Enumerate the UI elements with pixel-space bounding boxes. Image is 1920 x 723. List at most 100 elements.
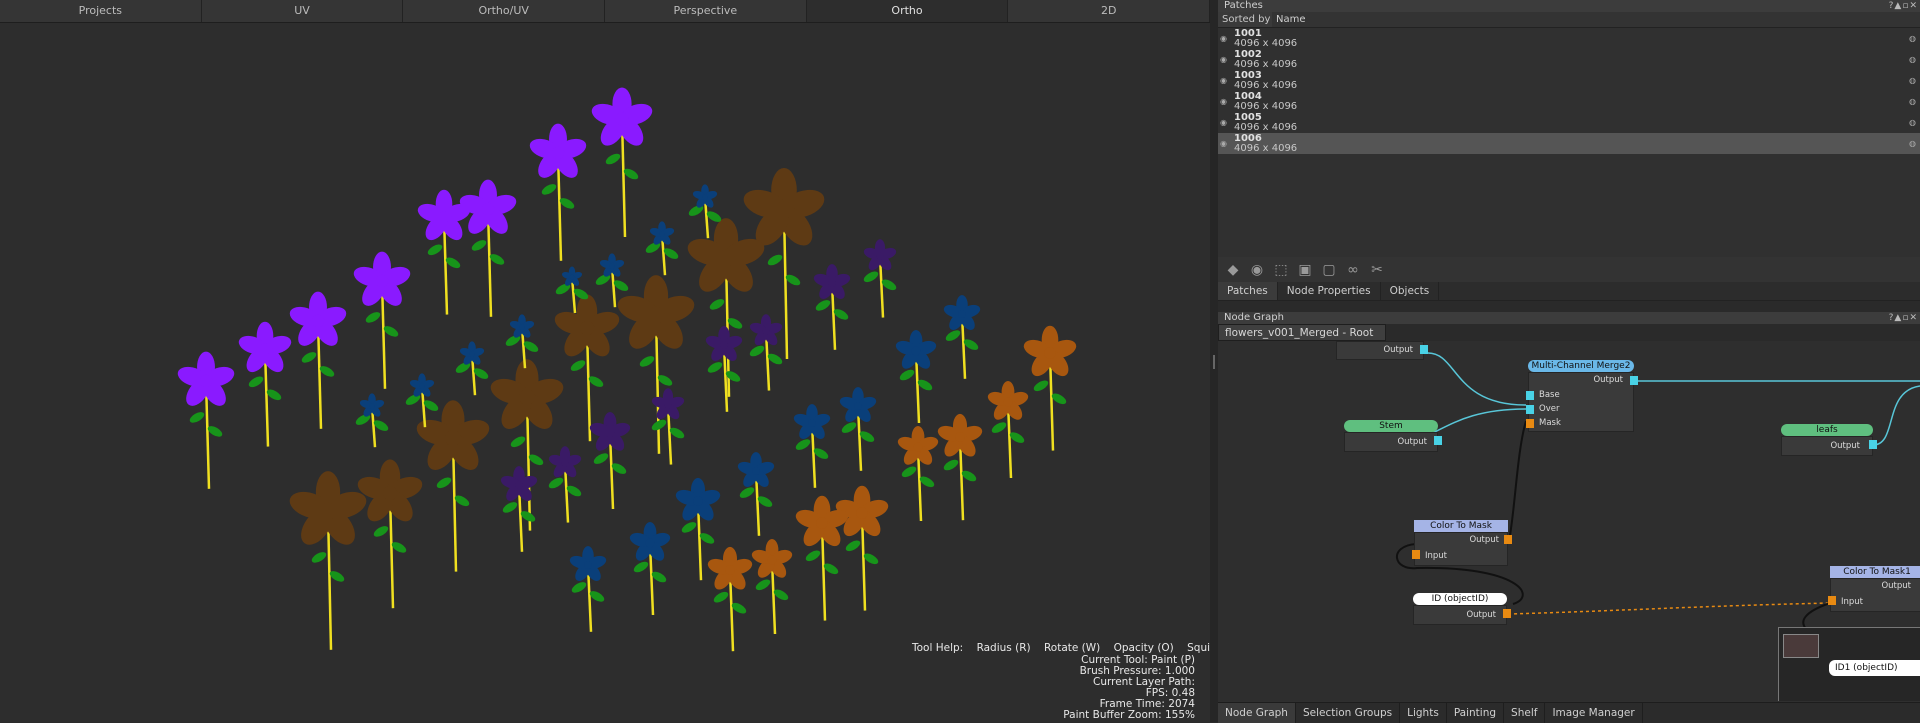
flower [505, 314, 539, 369]
eye-icon[interactable]: ◉ [1220, 139, 1227, 149]
port-label: Output [1881, 581, 1911, 591]
stem-node[interactable]: Stem Output [1344, 420, 1442, 452]
input-port[interactable] [1412, 550, 1420, 559]
ortho-viewport[interactable] [0, 23, 1210, 722]
eye-icon[interactable]: ◉ [1220, 34, 1227, 44]
port-label: Input [1425, 551, 1448, 561]
list-item-selected[interactable]: ◉ 1006 4096 x 4096 ◍ [1218, 133, 1920, 154]
lock-icon[interactable]: ◍ [1909, 55, 1916, 65]
tab-objects[interactable]: Objects [1381, 282, 1440, 300]
flower [839, 387, 877, 471]
color-to-mask-node[interactable]: Color To Mask Output Input [1412, 520, 1512, 566]
color-to-mask1-node[interactable]: Color To Mask1 Output Input [1828, 566, 1920, 612]
lock-icon[interactable]: ◍ [1909, 76, 1916, 86]
output-port[interactable] [1434, 436, 1442, 445]
eye-icon[interactable]: ◉ [1220, 97, 1227, 107]
tool-help-opacity: Opacity (O) [1113, 642, 1174, 654]
splitter-grip[interactable] [1213, 355, 1215, 369]
unlink-icon[interactable]: ✂ [1368, 261, 1386, 279]
breadcrumb-root[interactable]: flowers_v001_Merged - Root [1218, 324, 1387, 341]
port-label: Output [1383, 345, 1413, 355]
leafs-node[interactable]: leafs Output [1781, 424, 1877, 456]
tab-node-properties[interactable]: Node Properties [1278, 282, 1381, 300]
lock-icon[interactable]: ◍ [1909, 139, 1916, 149]
flower [751, 539, 793, 635]
list-item[interactable]: ◉ 1002 4096 x 4096 ◍ [1218, 49, 1920, 70]
eye-icon[interactable]: ◉ [1220, 118, 1227, 128]
output-port[interactable] [1869, 440, 1877, 449]
patch-list[interactable]: ◉ 1001 4096 x 4096 ◍ ◉ 1002 4096 x 4096 ◍ ◉ 100… [1218, 28, 1920, 257]
lock-icon[interactable]: ◍ [1909, 34, 1916, 44]
list-item[interactable]: ◉ 1003 4096 x 4096 ◍ [1218, 70, 1920, 91]
output-port[interactable] [1504, 535, 1512, 544]
layers-icon[interactable]: ◆ [1224, 261, 1242, 279]
flower [589, 412, 631, 510]
patch-number: 1004 [1234, 91, 1262, 102]
flower-leaf [639, 356, 655, 367]
flower-canvas[interactable] [0, 23, 1210, 722]
node-graph-canvas[interactable]: Output Multi-Channel Merge2 Output Base … [1218, 341, 1920, 701]
flower-leaf [373, 526, 389, 537]
flower-center [854, 402, 862, 410]
base-port[interactable] [1526, 391, 1534, 400]
list-item[interactable]: ◉ 1005 4096 x 4096 ◍ [1218, 112, 1920, 133]
eye-icon[interactable]: ◉ [1220, 55, 1227, 65]
flower [289, 291, 347, 429]
top-node[interactable]: Output [1336, 341, 1428, 360]
properties-tab-bar: Patches Node Properties Objects [1218, 282, 1920, 301]
panel-window-icons[interactable]: ?▲▫✕ [1889, 0, 1918, 12]
patch-resolution: 4096 x 4096 [1234, 143, 1298, 154]
port-label: Over [1539, 404, 1560, 414]
select-icon[interactable]: ⬚ [1272, 261, 1290, 279]
node-graph-title: Node Graph [1224, 312, 1284, 323]
flower-leaf [471, 240, 487, 251]
tab-image-manager[interactable]: Image Manager [1545, 703, 1643, 723]
flower-center [438, 211, 450, 223]
lock-icon[interactable]: ▣ [1296, 261, 1314, 279]
node-title: Multi-Channel Merge2 [1528, 360, 1634, 372]
over-port[interactable] [1526, 405, 1534, 414]
tab-perspective[interactable]: Perspective [605, 0, 807, 22]
tab-ortho-uv[interactable]: Ortho/UV [403, 0, 606, 22]
flower [793, 404, 831, 488]
flower [749, 314, 783, 391]
patch-number: 1006 [1234, 133, 1262, 144]
tab-lights[interactable]: Lights [1400, 703, 1447, 723]
multi-channel-merge-node[interactable]: Multi-Channel Merge2 Output Base Over Ma… [1526, 360, 1638, 432]
graph-minimap[interactable]: ID1 (objectID) [1778, 627, 1920, 701]
flower-center [720, 341, 728, 349]
tab-uv[interactable]: UV [201, 0, 404, 22]
mask-port[interactable] [1526, 419, 1534, 428]
output-port[interactable] [1630, 376, 1638, 385]
visibility-icon[interactable]: ◉ [1248, 261, 1266, 279]
sorted-by-dropdown[interactable]: Name [1272, 12, 1920, 27]
input-port[interactable] [1828, 596, 1836, 605]
flower-leaf [311, 552, 327, 563]
tab-selection-groups[interactable]: Selection Groups [1296, 703, 1401, 723]
panel-window-icons[interactable]: ?▲▫✕ [1889, 312, 1918, 324]
id-objectid-node[interactable]: ID (objectID) Output [1413, 593, 1511, 625]
tab-projects[interactable]: Projects [0, 0, 202, 22]
wire [1872, 385, 1920, 446]
list-item[interactable]: ◉ 1004 4096 x 4096 ◍ [1218, 91, 1920, 112]
flower-center [584, 561, 592, 569]
output-port[interactable] [1420, 345, 1428, 354]
tab-ortho[interactable]: Ortho [806, 0, 1009, 22]
eye-icon[interactable]: ◉ [1220, 76, 1227, 86]
tab-node-graph[interactable]: Node Graph [1218, 703, 1296, 723]
output-port[interactable] [1503, 609, 1511, 618]
tab-shelf[interactable]: Shelf [1504, 703, 1546, 723]
flower [813, 264, 851, 350]
flower-center [913, 442, 923, 452]
lock-icon[interactable]: ◍ [1909, 118, 1916, 128]
id1-objectid-node[interactable]: ID1 (objectID) [1829, 660, 1920, 676]
tab-patches[interactable]: Patches [1218, 282, 1278, 300]
lock-icon[interactable]: ◍ [1909, 97, 1916, 107]
tab-painting[interactable]: Painting [1447, 703, 1505, 723]
unlock-icon[interactable]: ▢ [1320, 261, 1338, 279]
list-item[interactable]: ◉ 1001 4096 x 4096 ◍ [1218, 28, 1920, 49]
link-icon[interactable]: ∞ [1344, 261, 1362, 279]
flower [357, 459, 423, 609]
tab-2d[interactable]: 2D [1008, 0, 1211, 22]
flower-leaf [510, 436, 526, 448]
